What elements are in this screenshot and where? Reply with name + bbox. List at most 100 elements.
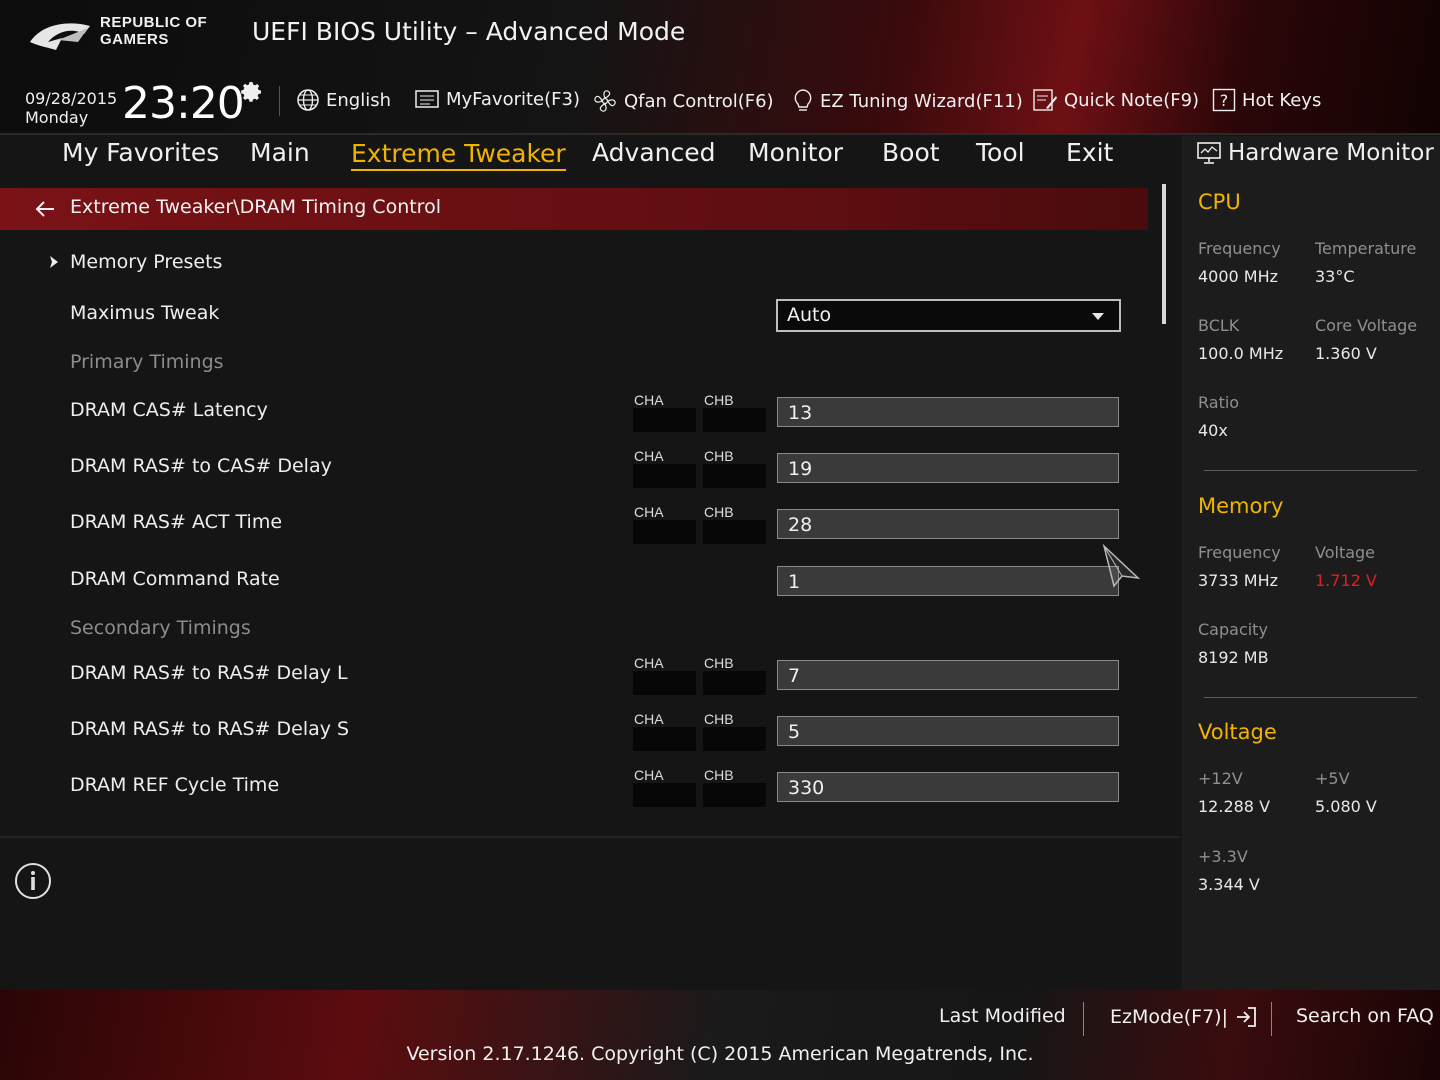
chevron-right-icon — [50, 256, 58, 268]
chb-label: CHB — [704, 504, 734, 520]
lightbulb-icon — [794, 89, 812, 111]
brand-line-2: GAMERS — [100, 31, 169, 48]
cpu-frequency-label: Frequency — [1198, 239, 1281, 258]
memory-presets-item[interactable]: Memory Presets — [70, 251, 222, 273]
bclk-label: BCLK — [1198, 316, 1240, 335]
fan-icon — [594, 90, 616, 112]
clock-time: 23:20 — [122, 78, 245, 129]
memory-frequency-value: 3733 MHz — [1198, 571, 1279, 590]
chb-label: CHB — [704, 392, 734, 408]
cpu-temperature-value: 33°C — [1315, 267, 1355, 286]
chb-value-box — [703, 520, 766, 544]
hw-divider — [1204, 470, 1417, 471]
chb-value-box — [703, 464, 766, 488]
ras-to-ras-delay-s-input[interactable]: 5 — [777, 716, 1119, 746]
v33-label: +3.3V — [1198, 847, 1248, 866]
ras-to-cas-delay-input[interactable]: 19 — [777, 453, 1119, 483]
qfan-control-label: Qfan Control(F6) — [624, 90, 774, 112]
ref-cycle-time-label: DRAM REF Cycle Time — [70, 774, 280, 796]
chb-label: CHB — [704, 448, 734, 464]
ref-cycle-time-input[interactable]: 330 — [777, 772, 1119, 802]
maximus-tweak-label: Maximus Tweak — [70, 302, 220, 324]
tab-tool[interactable]: Tool — [976, 138, 1025, 167]
memory-voltage-label: Voltage — [1315, 543, 1376, 562]
ratio-label: Ratio — [1198, 393, 1240, 412]
search-faq-button[interactable]: Search on FAQ — [1296, 1005, 1434, 1027]
cas-latency-input[interactable]: 13 — [777, 397, 1119, 427]
quick-note-button[interactable]: Quick Note(F9) — [1032, 88, 1199, 112]
gear-icon[interactable] — [240, 80, 264, 104]
cha-value-box — [633, 727, 696, 751]
mouse-cursor-icon — [1102, 544, 1141, 588]
day-label: Monday — [25, 108, 89, 127]
globe-icon — [297, 89, 319, 111]
tab-exit[interactable]: Exit — [1066, 138, 1113, 167]
quick-note-label: Quick Note(F9) — [1064, 89, 1200, 111]
language-button[interactable]: English — [296, 88, 391, 112]
v5-value: 5.080 V — [1315, 797, 1377, 816]
tab-my-favorites[interactable]: My Favorites — [62, 138, 219, 167]
language-label: English — [326, 89, 391, 111]
memory-section-title: Memory — [1198, 494, 1284, 518]
cha-label: CHA — [634, 711, 664, 727]
last-modified-button[interactable]: Last Modified — [939, 1005, 1066, 1027]
content-divider — [0, 836, 1180, 838]
hot-keys-button[interactable]: ? Hot Keys — [1212, 88, 1321, 112]
memory-frequency-label: Frequency — [1198, 543, 1281, 562]
brand-name: REPUBLIC OF GAMERS — [100, 14, 207, 48]
scrollbar[interactable] — [1162, 184, 1166, 324]
date-label: 09/28/2015 — [25, 89, 118, 108]
question-box-icon: ? — [1212, 88, 1236, 112]
exit-arrow-icon — [1237, 1007, 1256, 1027]
tab-boot[interactable]: Boot — [882, 138, 940, 167]
cha-label: CHA — [634, 504, 664, 520]
ezmode-button[interactable]: EzMode(F7)| — [1110, 1005, 1258, 1029]
myfavorite-button[interactable]: MyFavorite(F3) — [414, 88, 580, 110]
cpu-section-title: CPU — [1198, 190, 1241, 214]
cha-label: CHA — [634, 767, 664, 783]
myfavorite-label: MyFavorite(F3) — [446, 88, 580, 110]
chb-value-box — [703, 783, 766, 807]
tab-extreme-tweaker[interactable]: Extreme Tweaker — [351, 138, 566, 171]
command-rate-input[interactable]: 1 — [777, 566, 1119, 596]
cha-value-box — [633, 783, 696, 807]
chb-value-box — [703, 671, 766, 695]
cha-value-box — [633, 408, 696, 432]
ras-to-ras-delay-l-input[interactable]: 7 — [777, 660, 1119, 690]
ez-tuning-wizard-button[interactable]: EZ Tuning Wizard(F11) — [792, 88, 1023, 114]
cpu-temperature-label: Temperature — [1315, 239, 1417, 258]
maximus-tweak-dropdown[interactable]: Auto — [776, 299, 1121, 332]
cha-label: CHA — [634, 448, 664, 464]
capacity-value: 8192 MB — [1198, 648, 1269, 667]
tab-advanced[interactable]: Advanced — [592, 138, 716, 167]
ratio-value: 40x — [1198, 421, 1228, 440]
memory-voltage-value: 1.712 V — [1315, 571, 1377, 590]
hardware-monitor-title: Hardware Monitor — [1196, 140, 1434, 166]
chb-value-box — [703, 727, 766, 751]
back-arrow-icon[interactable] — [34, 198, 56, 220]
cha-label: CHA — [634, 655, 664, 671]
cha-value-box — [633, 520, 696, 544]
cha-label: CHA — [634, 392, 664, 408]
brand-line-1: REPUBLIC OF — [100, 14, 208, 31]
cha-value-box — [633, 464, 696, 488]
ras-to-ras-delay-l-label: DRAM RAS# to RAS# Delay L — [70, 662, 348, 684]
breadcrumb-path: Extreme Tweaker\DRAM Timing Control — [70, 196, 441, 218]
command-rate-label: DRAM Command Rate — [70, 568, 280, 590]
capacity-label: Capacity — [1198, 620, 1268, 639]
hw-divider — [1204, 697, 1417, 698]
tab-main[interactable]: Main — [250, 138, 310, 167]
ras-to-cas-delay-label: DRAM RAS# to CAS# Delay — [70, 455, 332, 477]
info-icon[interactable] — [14, 862, 52, 900]
chevron-down-icon — [1092, 313, 1104, 320]
voltage-section-title: Voltage — [1198, 720, 1277, 744]
secondary-timings-header: Secondary Timings — [70, 617, 251, 639]
ras-act-time-input[interactable]: 28 — [777, 509, 1119, 539]
ras-act-time-label: DRAM RAS# ACT Time — [70, 511, 283, 533]
version-text: Version 2.17.1246. Copyright (C) 2015 Am… — [406, 1043, 1034, 1065]
ezmode-label: EzMode(F7)| — [1110, 1006, 1228, 1028]
chb-label: CHB — [704, 767, 734, 783]
qfan-control-button[interactable]: Qfan Control(F6) — [592, 88, 774, 114]
bclk-value: 100.0 MHz — [1198, 344, 1284, 363]
tab-monitor[interactable]: Monitor — [748, 138, 843, 167]
